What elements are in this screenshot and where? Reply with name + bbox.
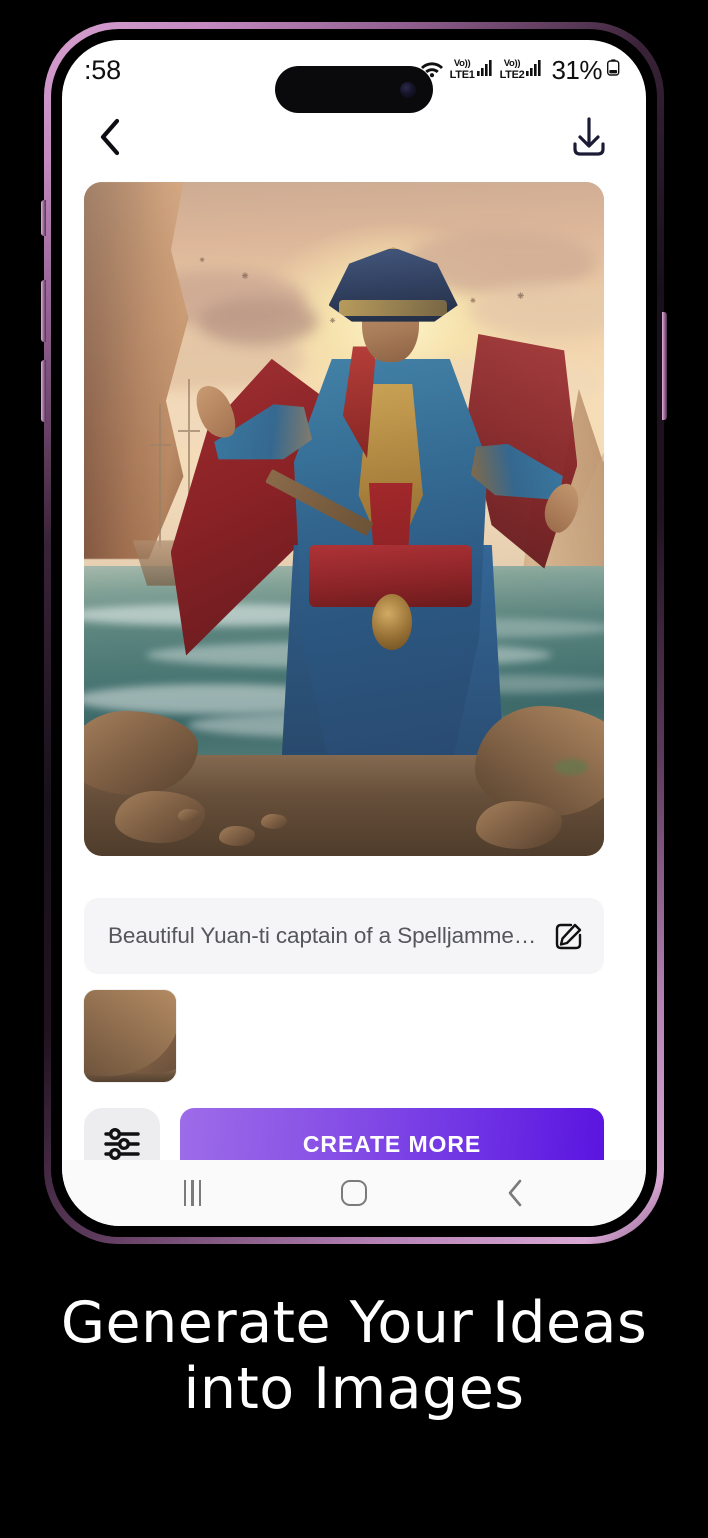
- edit-pencil-icon: [555, 923, 582, 950]
- tagline-line-1: Generate Your Ideas: [60, 1290, 648, 1356]
- sim1-indicator: Vo)) LTE1: [450, 59, 495, 81]
- volume-up-button[interactable]: [41, 280, 46, 342]
- battery-percent: 31%: [551, 54, 602, 85]
- promo-screenshot: :58 Vo)) LTE1 Vo)) LTE2 31% ⁕ ⁕ ⁕ ⁕ ⁕ Be…: [0, 0, 708, 1538]
- signal-bars-icon: [526, 59, 544, 81]
- pirate-captain: [170, 222, 585, 843]
- nav-back-icon: [509, 1179, 522, 1207]
- phone-screen: :58 Vo)) LTE1 Vo)) LTE2 31% ⁕ ⁕ ⁕ ⁕ ⁕ Be…: [62, 40, 646, 1226]
- recents-icon: [183, 1180, 202, 1206]
- create-more-label: CREATE MORE: [302, 1130, 482, 1157]
- silent-switch[interactable]: [41, 200, 46, 236]
- sim1-volte-text: Vo)): [453, 58, 471, 70]
- nav-home-button[interactable]: [327, 1170, 381, 1216]
- phone-frame: :58 Vo)) LTE1 Vo)) LTE2 31% ⁕ ⁕ ⁕ ⁕ ⁕ Be…: [41, 22, 667, 1244]
- status-time: :58: [84, 54, 121, 85]
- volume-down-button[interactable]: [41, 360, 46, 422]
- thumbnail-1[interactable]: [84, 990, 176, 1082]
- back-button[interactable]: [90, 117, 130, 157]
- power-button[interactable]: [662, 312, 667, 420]
- tricorn-hat: [328, 247, 458, 322]
- home-icon: [340, 1180, 367, 1206]
- chevron-left-icon: [100, 118, 120, 156]
- sim2-network-text: LTE2: [499, 68, 525, 81]
- android-nav-bar: [62, 1160, 646, 1226]
- bird-icon: ⁕: [198, 255, 206, 266]
- front-camera-icon: [400, 81, 416, 98]
- sliders-settings-icon: [104, 1127, 140, 1161]
- artwork: ⁕ ⁕ ⁕ ⁕ ⁕: [84, 182, 604, 856]
- bird-icon: ⁕: [515, 288, 526, 303]
- ship-mast: [159, 403, 162, 548]
- generated-image[interactable]: ⁕ ⁕ ⁕ ⁕ ⁕: [84, 182, 604, 856]
- tagline-line-2: into Images: [183, 1356, 525, 1423]
- download-icon: [573, 117, 605, 156]
- nav-recents-button[interactable]: [166, 1170, 220, 1216]
- sim2-label: Vo)) LTE2: [500, 59, 525, 81]
- sim2-volte-text: Vo)): [503, 58, 521, 70]
- tagline: Generate Your Ideas into Images: [0, 1290, 708, 1422]
- edit-prompt-button[interactable]: [552, 919, 586, 953]
- download-button[interactable]: [566, 114, 612, 160]
- battery-icon: [606, 59, 620, 81]
- ship-yard: [149, 443, 172, 446]
- thumbnail-artwork: [84, 990, 176, 1082]
- thumbnail-strip: [84, 990, 176, 1082]
- prompt-text: Beautiful Yuan-ti captain of a Spelljamm…: [108, 923, 540, 948]
- sim1-network-text: LTE1: [449, 68, 475, 81]
- dynamic-island: [275, 66, 433, 113]
- sim2-indicator: Vo)) LTE2: [500, 59, 545, 81]
- status-indicators: Vo)) LTE1 Vo)) LTE2 31%: [419, 55, 620, 86]
- prompt-bar[interactable]: Beautiful Yuan-ti captain of a Spelljamm…: [84, 898, 604, 974]
- sim1-label: Vo)) LTE1: [450, 59, 475, 81]
- signal-bars-icon: [476, 59, 495, 81]
- nav-back-button[interactable]: [488, 1170, 542, 1216]
- ship-yard: [178, 429, 200, 432]
- bird-icon: ⁕: [240, 268, 251, 283]
